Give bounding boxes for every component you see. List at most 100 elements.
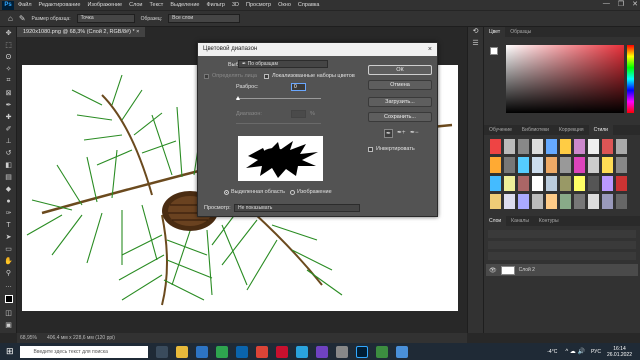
hand-tool-icon[interactable]: ✋	[0, 255, 17, 267]
tab-layers[interactable]: Слои	[484, 216, 507, 226]
eyedropper-icon[interactable]: ✒	[0, 99, 17, 111]
color-swatches-icon[interactable]	[0, 291, 17, 307]
history-brush-icon[interactable]: ↺	[0, 147, 17, 159]
tray-icons[interactable]: ^ ☁ 🔊	[565, 348, 585, 355]
type-tool-icon[interactable]: T	[0, 219, 17, 231]
cancel-button[interactable]: Отмена	[368, 80, 432, 90]
chrome-icon[interactable]	[255, 345, 268, 358]
brush-tool-icon[interactable]: ✐	[0, 123, 17, 135]
lasso-tool-icon[interactable]: ʘ	[0, 51, 17, 63]
ok-button[interactable]: ОК	[368, 65, 432, 75]
eyedropper-subtract-icon[interactable]: ✒−	[410, 129, 419, 136]
menu-file[interactable]: Файл	[18, 2, 32, 8]
close-tab-icon[interactable]: ×	[136, 29, 139, 35]
marquee-tool-icon[interactable]: ⬚	[0, 39, 17, 51]
magic-wand-tool-icon[interactable]: ✧	[0, 63, 17, 75]
color-picker[interactable]	[506, 45, 624, 113]
frame-tool-icon[interactable]: ⊠	[0, 87, 17, 99]
sample-select[interactable]: Все слои	[168, 14, 241, 23]
healing-brush-icon[interactable]: ✚	[0, 111, 17, 123]
app2-icon[interactable]	[335, 345, 348, 358]
clock[interactable]: 16:14 26.01.2022	[607, 346, 632, 358]
document-tab[interactable]: 1920x1080.png @ 68,3% (Слой 2, RGB/8#) *…	[17, 27, 146, 37]
menu-layers[interactable]: Слои	[129, 2, 142, 8]
layer-name[interactable]: Слой 2	[519, 267, 535, 273]
telegram-icon[interactable]	[295, 345, 308, 358]
tab-paths[interactable]: Контуры	[534, 216, 564, 226]
pen-tool-icon[interactable]: ✑	[0, 207, 17, 219]
store-icon[interactable]	[195, 345, 208, 358]
zoom-tool-icon[interactable]: ⚲	[0, 267, 17, 279]
crop-tool-icon[interactable]: ⌗	[0, 75, 17, 87]
language-indicator[interactable]: РУС	[591, 349, 601, 355]
eye-icon[interactable]: 👁	[489, 267, 497, 274]
blur-tool-icon[interactable]: ◆	[0, 183, 17, 195]
menu-edit[interactable]: Редактирование	[39, 2, 81, 8]
mail-icon[interactable]	[235, 345, 248, 358]
dialog-close-icon[interactable]: ×	[428, 43, 432, 56]
home-icon[interactable]: ⌂	[8, 14, 13, 23]
app-icon[interactable]	[315, 345, 328, 358]
eyedropper-add-icon[interactable]: ✒+	[397, 129, 406, 136]
tab-learn[interactable]: Обучение	[484, 125, 517, 135]
fuzziness-input[interactable]: 0	[291, 83, 306, 91]
explorer-icon[interactable]	[175, 345, 188, 358]
preview-select[interactable]: Не показывать	[234, 204, 360, 212]
fuzziness-slider-handle[interactable]	[236, 96, 240, 100]
dodge-tool-icon[interactable]: ●	[0, 195, 17, 207]
layer-row[interactable]: 👁 Слой 2	[486, 264, 638, 276]
load-button[interactable]: Загрузить...	[368, 97, 432, 107]
photoshop-taskbar-icon[interactable]	[355, 345, 368, 358]
weather-text[interactable]: -4°C	[547, 349, 557, 355]
restore-button[interactable]: ❐	[618, 0, 624, 8]
foreground-color-swatch[interactable]	[490, 47, 498, 55]
menu-view[interactable]: Просмотр	[246, 2, 271, 8]
shape-tool-icon[interactable]: ▭	[0, 243, 17, 255]
invert-checkbox[interactable]	[368, 147, 373, 152]
detect-faces-checkbox[interactable]	[204, 74, 209, 79]
app4-icon[interactable]	[395, 345, 408, 358]
eyedropper-tool-icon[interactable]: ✎	[19, 14, 26, 23]
menu-filter[interactable]: Фильтр	[206, 2, 224, 8]
image-radio[interactable]	[290, 190, 295, 195]
menu-image[interactable]: Изображение	[87, 2, 122, 8]
styles-grid[interactable]	[490, 139, 630, 209]
tab-adjustments[interactable]: Коррекция	[554, 125, 589, 135]
menu-3d[interactable]: 3D	[232, 2, 239, 8]
stamp-tool-icon[interactable]: ⊥	[0, 135, 17, 147]
fuzziness-slider[interactable]	[236, 98, 321, 99]
menu-help[interactable]: Справка	[298, 2, 320, 8]
more-tools-icon[interactable]: …	[0, 279, 17, 291]
opera-icon[interactable]	[275, 345, 288, 358]
tab-styles[interactable]: Стили	[588, 125, 613, 135]
task-view-icon[interactable]	[155, 345, 168, 358]
minimize-button[interactable]: —	[603, 0, 610, 8]
layers-blend-row[interactable]	[488, 241, 636, 249]
menu-select[interactable]: Выделение	[170, 2, 199, 8]
properties-panel-icon[interactable]: ☰	[468, 39, 483, 51]
history-panel-icon[interactable]: ⟲	[468, 27, 483, 39]
app3-icon[interactable]	[375, 345, 388, 358]
tab-swatches[interactable]: Образцы	[505, 27, 536, 37]
browser-icon[interactable]	[215, 345, 228, 358]
localized-checkbox[interactable]	[264, 74, 269, 79]
tab-channels[interactable]: Каналы	[506, 216, 534, 226]
sample-size-select[interactable]: Точка	[76, 14, 135, 23]
screen-mode-icon[interactable]: ▣	[0, 319, 17, 331]
quick-mask-icon[interactable]: ◫	[0, 307, 17, 319]
select-dropdown[interactable]: ✒ По образцам	[238, 60, 328, 68]
tab-color[interactable]: Цвет	[484, 27, 506, 37]
windows-start-icon[interactable]: ⊞	[6, 346, 14, 357]
eyedropper-sample-icon[interactable]: ✒	[384, 129, 393, 138]
eraser-tool-icon[interactable]: ◧	[0, 159, 17, 171]
menu-type[interactable]: Текст	[149, 2, 163, 8]
layers-filter-row[interactable]	[488, 230, 636, 238]
save-button[interactable]: Сохранить...	[368, 112, 432, 122]
layers-lock-row[interactable]	[488, 252, 636, 260]
selection-preview[interactable]	[238, 136, 323, 181]
close-window-button[interactable]: ✕	[632, 0, 638, 8]
zoom-level[interactable]: 68,95%	[20, 333, 37, 343]
move-tool-icon[interactable]: ✥	[0, 27, 17, 39]
gradient-tool-icon[interactable]: ▤	[0, 171, 17, 183]
menu-window[interactable]: Окно	[278, 2, 291, 8]
